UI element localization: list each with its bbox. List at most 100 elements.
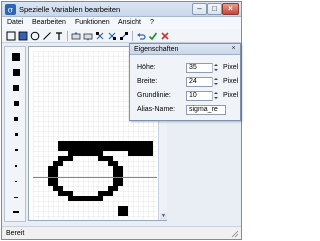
glyph-pixel xyxy=(58,141,63,146)
title-bar[interactable]: σ Spezielle Variablen bearbeiten – □ × xyxy=(2,2,241,17)
glyph-pixel xyxy=(63,141,68,146)
glyph-pixel xyxy=(68,191,73,196)
rotate-back-icon[interactable] xyxy=(119,31,129,41)
glyph-pixel xyxy=(143,151,148,156)
glyph-pixel xyxy=(143,141,148,146)
line-icon[interactable] xyxy=(42,31,52,41)
glyph-pixel xyxy=(108,186,113,191)
glyph-pixel xyxy=(118,181,123,186)
menu-datei[interactable]: Datei xyxy=(7,19,23,26)
glyph-pixel xyxy=(123,146,128,151)
flip-icon[interactable] xyxy=(95,31,105,41)
glyph-pixel xyxy=(103,191,108,196)
menu-help[interactable]: ? xyxy=(150,19,154,26)
glyph-pixel xyxy=(68,151,73,156)
glyph-pixel xyxy=(68,196,73,201)
pen-size-palette xyxy=(4,46,26,222)
svg-text:σ: σ xyxy=(8,6,14,15)
filled-rect-icon[interactable] xyxy=(18,31,28,41)
move-right-icon[interactable] xyxy=(83,31,93,41)
ellipse-icon[interactable] xyxy=(30,31,40,41)
glyph-pixel xyxy=(118,166,123,171)
pen-size-3[interactable] xyxy=(14,149,18,151)
pen-size-7[interactable] xyxy=(13,85,19,91)
glyph-pixel xyxy=(108,191,113,196)
scroll-down-icon[interactable]: ▼ xyxy=(160,213,167,220)
alias-field[interactable]: sigma_re xyxy=(186,105,226,115)
menu-bar: Datei Bearbeiten Funktionen Ansicht ? xyxy=(2,17,241,29)
move-left-icon[interactable] xyxy=(71,31,81,41)
minimize-button[interactable]: – xyxy=(192,3,207,15)
text-icon[interactable] xyxy=(54,31,64,41)
glyph-pixel xyxy=(48,181,53,186)
glyph-pixel xyxy=(83,141,88,146)
glyph-pixel xyxy=(63,156,68,161)
glyph-pixel xyxy=(93,196,98,201)
line-width-thick[interactable] xyxy=(13,211,19,213)
glyph-pixel xyxy=(78,141,83,146)
pen-size-2[interactable] xyxy=(15,165,17,167)
pen-size-6[interactable] xyxy=(13,101,19,106)
width-spinner[interactable] xyxy=(212,77,218,87)
pen-size-4[interactable] xyxy=(14,133,18,136)
glyph-pixel xyxy=(88,151,93,156)
glyph-pixel xyxy=(88,141,93,146)
glyph-pixel xyxy=(108,156,113,161)
glyph-pixel xyxy=(98,146,103,151)
glyph-pixel xyxy=(58,161,63,166)
glyph-pixel xyxy=(88,146,93,151)
glyph-pixel xyxy=(98,196,103,201)
pen-size-9[interactable] xyxy=(12,53,20,61)
glyph-pixel xyxy=(138,146,143,151)
glyph-pixel xyxy=(138,151,143,156)
glyph-pixel xyxy=(78,146,83,151)
glyph-pixel xyxy=(58,191,63,196)
glyph-pixel xyxy=(103,146,108,151)
properties-close-icon[interactable]: × xyxy=(229,45,238,53)
glyph-pixel xyxy=(108,161,113,166)
ok-icon[interactable] xyxy=(148,31,158,41)
glyph-pixel xyxy=(103,141,108,146)
height-spinner[interactable] xyxy=(212,63,218,73)
glyph-pixel xyxy=(73,146,78,151)
glyph-pixel xyxy=(98,156,103,161)
undo-icon[interactable] xyxy=(136,31,146,41)
glyph-pixel xyxy=(73,196,78,201)
menu-bearbeiten[interactable]: Bearbeiten xyxy=(32,19,66,26)
glyph-pixel xyxy=(113,186,118,191)
glyph-pixel xyxy=(53,171,58,176)
menu-ansicht[interactable]: Ansicht xyxy=(118,19,141,26)
line-width-thin[interactable] xyxy=(14,197,18,198)
status-text: Bereit xyxy=(6,230,25,237)
close-button[interactable]: × xyxy=(222,3,239,15)
glyph-pixel xyxy=(118,171,123,176)
glyph-pixel xyxy=(48,171,53,176)
glyph-pixel xyxy=(148,146,153,151)
status-bar: Bereit xyxy=(2,226,241,239)
glyph-pixel xyxy=(118,146,123,151)
menu-funktionen[interactable]: Funktionen xyxy=(75,19,110,26)
glyph-pixel xyxy=(93,151,98,156)
resize-grip-icon[interactable] xyxy=(231,230,239,238)
baseline-spinner[interactable] xyxy=(212,91,218,101)
glyph-pixel xyxy=(68,156,73,161)
height-label: Höhe: xyxy=(137,64,156,71)
glyph-pixel xyxy=(78,151,83,156)
glyph-pixel xyxy=(53,186,58,191)
pen-size-1[interactable] xyxy=(15,181,17,182)
glyph-pixel xyxy=(128,146,133,151)
glyph-pixel xyxy=(113,171,118,176)
glyph-pixel xyxy=(88,196,93,201)
baseline-unit: Pixel xyxy=(223,92,239,99)
properties-title-bar[interactable]: Eigenschaften × xyxy=(130,44,240,55)
cancel-icon[interactable] xyxy=(160,31,170,41)
maximize-button[interactable]: □ xyxy=(207,3,222,15)
pen-size-8[interactable] xyxy=(12,69,20,76)
glyph-pixel xyxy=(58,146,63,151)
rotate-icon[interactable] xyxy=(107,31,117,41)
glyph-pixel xyxy=(73,151,78,156)
pen-size-5[interactable] xyxy=(14,117,18,121)
select-rect-icon[interactable] xyxy=(6,31,16,41)
glyph-pixel xyxy=(133,151,138,156)
toolbar xyxy=(2,29,241,43)
